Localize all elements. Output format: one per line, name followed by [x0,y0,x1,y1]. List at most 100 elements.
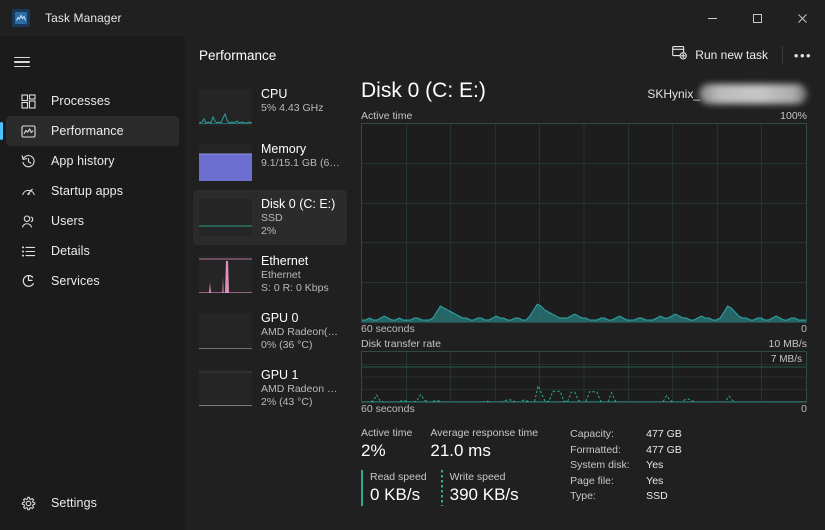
disk-model: SKHynix_ [647,84,807,104]
device-name: Disk 0 (C: E:) [261,197,335,212]
active-time-graph [361,123,807,323]
close-button[interactable] [780,0,825,36]
device-item-gpu-0[interactable]: GPU 0 AMD Radeon(TM) Gr… 0% (36 °C) [193,304,347,359]
read-speed-stat: Read speed 0 KB/s [361,470,427,506]
read-speed-text: Read speed 0 KB/s [370,470,427,506]
device-text: Ethernet Ethernet S: 0 R: 0 Kbps [261,254,329,295]
active-time-graph-max: 100% [780,110,807,123]
minimize-button[interactable] [690,0,735,36]
disk-info-value: 477 GB [646,443,682,459]
device-list: CPU 5% 4.43 GHz Memory [185,74,355,530]
read-speed-value: 0 KB/s [370,484,427,506]
disk-info-row: Formatted: 477 GB [570,443,682,459]
memory-fill-thumb [199,144,252,181]
sidebar-item-startup-apps[interactable]: Startup apps [6,176,179,206]
disk-info-key: Page file: [570,474,646,490]
disk-header: Disk 0 (C: E:) SKHynix_ [361,78,807,110]
window-body: Processes Performance App history [0,36,825,530]
cpu-sparkline-thumb [199,89,252,126]
disk-stats: Active time 2% Average response time 21.… [361,426,807,506]
transfer-rate-graph-labels: Disk transfer rate 10 MB/s [361,338,807,351]
disk-info-row: Capacity: 477 GB [570,427,682,443]
device-item-cpu[interactable]: CPU 5% 4.43 GHz [193,80,347,133]
write-speed-label: Write speed [450,470,519,484]
users-icon [20,214,37,229]
device-text: Disk 0 (C: E:) SSD 2% [261,197,335,238]
active-time-axis-labels: 60 seconds 0 [361,323,807,336]
device-text: GPU 1 AMD Radeon RX 6800 2% (43 °C) [261,368,341,409]
hamburger-icon[interactable] [0,42,185,82]
response-time-stat: Average response time 21.0 ms [430,426,538,462]
device-text: CPU 5% 4.43 GHz [261,87,323,115]
write-speed-indicator [441,470,443,506]
sidebar-item-details[interactable]: Details [6,236,179,266]
sidebar: Processes Performance App history [0,36,185,530]
disk-info-key: System disk: [570,458,646,474]
sidebar-bottom: Settings [0,488,185,530]
transfer-rate-scale-label: 7 MB/s [771,354,802,365]
active-time-graph-title: Active time [361,110,412,123]
disk-flatline-thumb [199,199,252,236]
performance-icon [20,124,37,139]
disk-info-row: Type: SSD [570,489,682,505]
gpu-flat-thumb [199,313,252,350]
title-bar: Task Manager [0,0,825,36]
disk-detail-pane: Disk 0 (C: E:) SKHynix_ Active time 100% [355,74,825,530]
transfer-rate-graph-max: 10 MB/s [768,338,807,351]
page-title: Performance [199,48,276,63]
sidebar-item-label: Users [51,214,84,228]
active-time-time-label: 60 seconds [361,323,415,336]
device-detail-2: 0% (36 °C) [261,339,341,352]
services-icon [20,274,37,289]
sidebar-spacer [0,296,185,488]
device-name: GPU 0 [261,311,341,326]
device-item-memory[interactable]: Memory 9.1/15.1 GB (60%) [193,135,347,188]
sidebar-item-settings[interactable]: Settings [6,488,179,518]
read-speed-indicator [361,470,363,506]
active-time-stat-value: 2% [361,440,412,462]
history-icon [20,154,37,169]
device-detail-1: AMD Radeon RX 6800 [261,383,341,396]
sidebar-item-performance[interactable]: Performance [6,116,179,146]
transfer-rate-min-label: 0 [801,403,807,416]
device-item-ethernet[interactable]: Ethernet Ethernet S: 0 R: 0 Kbps [193,247,347,302]
transfer-rate-axis-labels: 60 seconds 0 [361,403,807,416]
device-item-gpu-1[interactable]: GPU 1 AMD Radeon RX 6800 2% (43 °C) [193,361,347,416]
main-header: Performance Run new task ••• [185,36,825,74]
sidebar-item-label: Startup apps [51,184,123,198]
read-speed-label: Read speed [370,470,427,484]
header-divider [782,46,783,64]
disk-info-value: Yes [646,458,663,474]
sidebar-item-app-history[interactable]: App history [6,146,179,176]
disk-info-key: Type: [570,489,646,505]
task-manager-window: Task Manager Proc [0,0,825,530]
maximize-button[interactable] [735,0,780,36]
device-name: CPU [261,87,323,102]
device-name: Memory [261,142,341,157]
active-time-graph-labels: Active time 100% [361,110,807,123]
sidebar-item-label: Performance [51,124,124,138]
startup-icon [20,184,37,199]
active-time-min-label: 0 [801,323,807,336]
active-time-stat-label: Active time [361,426,412,440]
run-new-task-button[interactable]: Run new task [662,41,778,69]
task-manager-icon [12,9,30,27]
disk-info-value: 477 GB [646,427,682,443]
new-task-icon [672,45,687,65]
disk-stats-row-1: Active time 2% Average response time 21.… [361,426,556,462]
disk-info-row: Page file: Yes [570,474,682,490]
window-title: Task Manager [45,11,122,25]
disk-title: Disk 0 (C: E:) [361,78,486,104]
transfer-rate-graph-title: Disk transfer rate [361,338,441,351]
details-icon [20,244,37,259]
main-panel: Performance Run new task ••• [185,36,825,530]
response-time-stat-label: Average response time [430,426,538,440]
run-new-task-label: Run new task [695,48,768,62]
sidebar-item-users[interactable]: Users [6,206,179,236]
disk-info-value: Yes [646,474,663,490]
sidebar-item-services[interactable]: Services [6,266,179,296]
sidebar-item-processes[interactable]: Processes [6,86,179,116]
device-item-disk-0[interactable]: Disk 0 (C: E:) SSD 2% [193,190,347,245]
redacted-model-number [699,84,807,104]
more-options-button[interactable]: ••• [787,41,819,69]
